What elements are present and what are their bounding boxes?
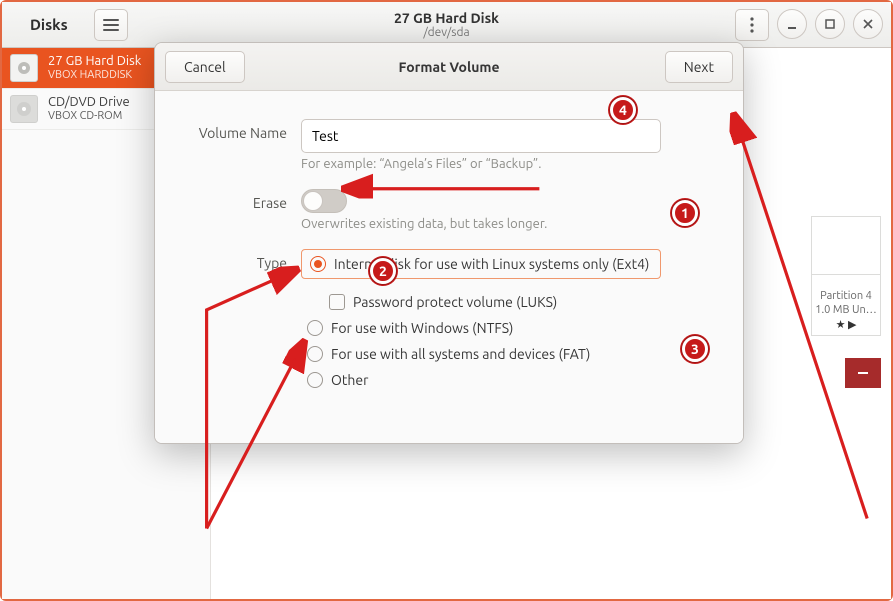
headerbar-right	[735, 9, 891, 41]
minimize-button[interactable]	[777, 9, 807, 39]
drive-item-sublabel: VBOX HARDDISK	[48, 69, 141, 82]
type-ntfs-label: For use with Windows (NTFS)	[331, 320, 715, 336]
checkbox-icon	[329, 294, 345, 310]
type-other-radio[interactable]: Other	[301, 367, 721, 393]
erase-row: Erase Overwrites existing data, but take…	[177, 189, 721, 231]
format-volume-dialog: Cancel Format Volume Next Volume Name Fo…	[154, 42, 744, 444]
drive-item-sublabel: VBOX CD-ROM	[48, 110, 130, 123]
close-icon	[862, 18, 874, 30]
headerbar-left: Disks	[2, 9, 128, 41]
type-ntfs-radio[interactable]: For use with Windows (NTFS)	[301, 315, 721, 341]
type-luks-checkbox[interactable]: Password protect volume (LUKS)	[301, 289, 721, 315]
radio-icon	[307, 372, 323, 388]
type-fat-radio[interactable]: For use with all systems and devices (FA…	[301, 341, 721, 367]
hamburger-menu-button[interactable]	[94, 9, 128, 41]
partition-cell-empty[interactable]	[812, 217, 880, 275]
partition-icons: ★ ▶	[836, 318, 857, 331]
partition-sub: 1.0 MB Un…	[815, 304, 876, 316]
app-title: Disks	[10, 16, 88, 33]
radio-icon	[310, 256, 326, 272]
volume-name-row: Volume Name For example: “Angela’s Files…	[177, 119, 721, 171]
maximize-button[interactable]	[815, 9, 845, 39]
partition-strip: Partition 4 1.0 MB Un… ★ ▶	[811, 216, 881, 336]
drive-item-label: 27 GB Hard Disk	[48, 54, 141, 69]
volume-name-input[interactable]	[301, 119, 661, 153]
drive-menu-button[interactable]	[735, 9, 769, 41]
erase-switch[interactable]	[301, 189, 347, 213]
close-button[interactable]	[853, 9, 883, 39]
type-ext4-label: Internal disk for use with Linux systems…	[334, 256, 652, 272]
dialog-body: Volume Name For example: “Angela’s Files…	[155, 91, 743, 443]
cdrom-icon	[10, 95, 38, 123]
switch-knob	[303, 191, 323, 211]
type-other-label: Other	[331, 372, 715, 388]
type-ext4-group: Internal disk for use with Linux systems…	[301, 249, 661, 279]
type-ext4-radio[interactable]: Internal disk for use with Linux systems…	[304, 251, 658, 277]
minimize-icon	[786, 18, 798, 30]
radio-icon	[307, 346, 323, 362]
harddisk-icon	[10, 54, 38, 82]
next-button[interactable]: Next	[665, 51, 733, 83]
type-row: Type Internal disk for use with Linux sy…	[177, 249, 721, 393]
maximize-icon	[824, 18, 836, 30]
volume-name-label: Volume Name	[177, 119, 287, 141]
erase-label: Erase	[177, 189, 287, 211]
type-luks-label: Password protect volume (LUKS)	[353, 294, 715, 310]
radio-icon	[307, 320, 323, 336]
partition-title: Partition 4	[820, 290, 872, 302]
dialog-header: Cancel Format Volume Next	[155, 43, 743, 91]
type-fat-label: For use with all systems and devices (FA…	[331, 346, 715, 362]
hamburger-icon	[103, 18, 119, 32]
volume-name-hint: For example: “Angela’s Files” or “Backup…	[301, 157, 721, 171]
window-subtitle: /dev/sda	[423, 26, 469, 39]
drive-item-label: CD/DVD Drive	[48, 95, 130, 110]
cancel-button[interactable]: Cancel	[165, 51, 245, 83]
delete-partition-button[interactable]	[845, 358, 881, 388]
minus-icon	[856, 366, 870, 380]
type-label: Type	[177, 249, 287, 271]
window-title: 27 GB Hard Disk	[394, 10, 499, 26]
partition-cell-4[interactable]: Partition 4 1.0 MB Un… ★ ▶	[812, 275, 880, 336]
kebab-icon	[750, 17, 754, 33]
erase-hint: Overwrites existing data, but takes long…	[301, 217, 721, 231]
